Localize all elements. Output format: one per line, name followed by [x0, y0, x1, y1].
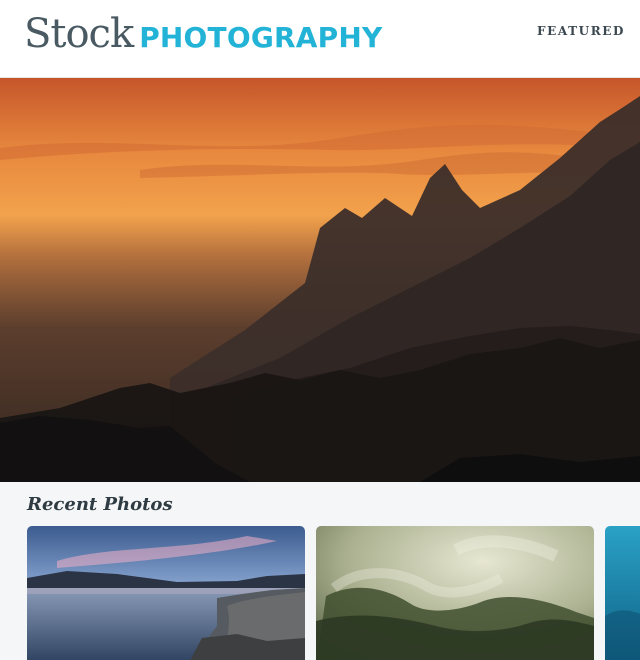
recent-photos-title: Recent Photos	[27, 494, 173, 515]
ocean-water-photo	[605, 526, 640, 660]
site-header: Stock PHOTOGRAPHY FEATURED A	[0, 0, 640, 78]
main-nav: FEATURED A	[537, 24, 640, 38]
logo-word-stock: Stock	[24, 11, 134, 57]
mountain-sunset-photo	[0, 78, 640, 482]
lake-sunset-photo	[27, 526, 305, 660]
nav-link-featured[interactable]: FEATURED	[537, 24, 625, 38]
recent-photo-card[interactable]	[316, 526, 594, 660]
site-logo[interactable]: Stock PHOTOGRAPHY	[24, 8, 383, 68]
misty-forest-photo	[316, 526, 594, 660]
recent-photos-section: Recent Photos	[0, 482, 640, 660]
recent-photo-card[interactable]	[27, 526, 305, 660]
logo-word-photography: PHOTOGRAPHY	[139, 21, 383, 54]
hero-image[interactable]	[0, 78, 640, 482]
recent-photo-card[interactable]	[605, 526, 640, 660]
